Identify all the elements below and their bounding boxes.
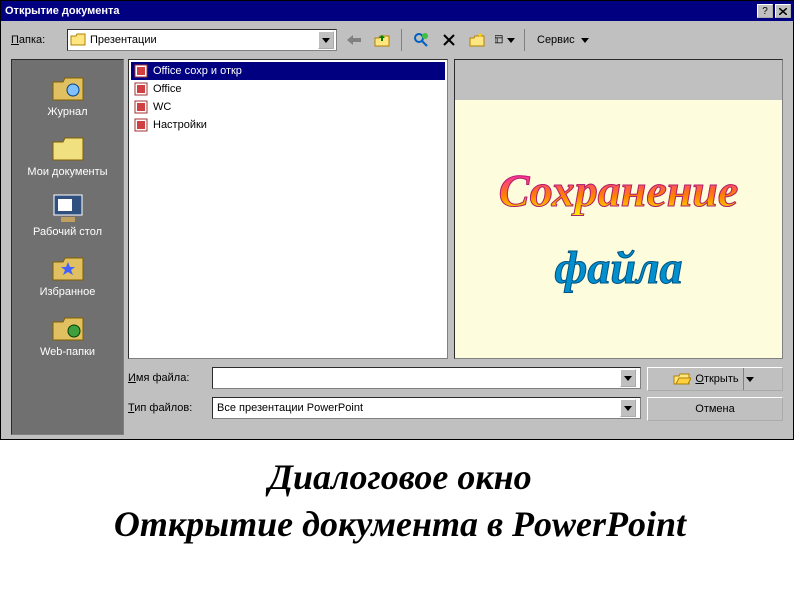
preview-text-line2: файла [554,241,682,294]
places-sidebar: Журнал Мои документы Рабочий стол Избран… [11,59,124,435]
sidebar-item-label: Web-папки [40,346,95,358]
current-folder-name: Презентации [90,34,157,46]
caption-line1: Диалоговое окно [0,454,800,501]
file-name: Настройки [153,119,207,131]
filename-row: Имя файла: [128,367,641,389]
folder-up-icon [374,33,390,47]
open-folder-icon [673,372,691,386]
sidebar-item-webfolders[interactable]: Web-папки [12,306,123,366]
open-button-label: Открыть [695,373,738,385]
filename-input[interactable] [212,367,641,389]
toolbar: Папка: Презентации Сервис [1,21,793,59]
titlebar-title: Открытие документа [5,5,755,17]
file-list[interactable]: Office сохр и откр Office WC Настройки [128,59,448,359]
slide-preview: Сохранение файла [455,100,782,358]
filename-label: Имя файла: [128,372,204,384]
search-web-button[interactable] [410,29,432,51]
mydocs-folder-icon [51,134,85,162]
file-item[interactable]: Office сохр и откр [131,62,445,80]
tools-menu[interactable]: Сервис [533,34,593,46]
toolbar-separator [401,29,402,51]
open-document-dialog: Открытие документа ? Папка: Презентации [0,0,794,440]
preview-text-line1: Сохранение [499,164,739,217]
help-button[interactable]: ? [757,4,773,18]
ppt-file-icon [134,64,148,78]
ppt-file-icon [134,100,148,114]
up-folder-button[interactable] [371,29,393,51]
back-button[interactable] [343,29,365,51]
filetype-value: Все презентации PowerPoint [217,402,363,414]
open-split-arrow[interactable] [743,368,757,390]
titlebar: Открытие документа ? [1,1,793,21]
cancel-button[interactable]: Отмена [647,397,783,421]
delete-button[interactable] [438,29,460,51]
folder-dropdown[interactable]: Презентации [67,29,337,51]
filetype-row: Тип файлов: Все презентации PowerPoint [128,397,641,419]
sidebar-item-favorites[interactable]: Избранное [12,246,123,306]
webfolders-icon [51,314,85,342]
sidebar-item-label: Журнал [47,106,87,118]
dropdown-arrow-icon[interactable] [318,31,334,49]
caption-line2: Открытие документа в PowerPoint [0,501,800,548]
views-button[interactable] [494,29,516,51]
fields-column: Имя файла: Тип файлов: Все презентации P… [128,367,641,421]
figure-caption: Диалоговое окно Открытие документа в Pow… [0,440,800,548]
buttons-column: Открыть Отмена [647,367,783,421]
ppt-file-icon [134,82,148,96]
file-name: Office сохр и откр [153,65,242,77]
sidebar-item-history[interactable]: Журнал [12,66,123,126]
new-folder-icon [469,33,485,47]
open-button[interactable]: Открыть [647,367,783,391]
upper-area: Office сохр и откр Office WC Настройки [128,59,783,359]
file-item[interactable]: Office [131,80,445,98]
favorites-folder-icon [51,254,85,282]
folder-label: Папка: [11,34,61,46]
file-name: Office [153,83,182,95]
arrow-left-icon [347,35,361,45]
dropdown-arrow-icon[interactable] [620,369,636,387]
filetype-label: Тип файлов: [128,402,204,414]
sidebar-item-mydocs[interactable]: Мои документы [12,126,123,186]
file-item[interactable]: WC [131,98,445,116]
toolbar-separator [524,29,525,51]
new-folder-button[interactable] [466,29,488,51]
sidebar-item-label: Избранное [40,286,96,298]
cancel-button-label: Отмена [695,403,734,415]
delete-x-icon [443,34,455,46]
history-folder-icon [51,74,85,102]
lower-area: Имя файла: Тип файлов: Все презентации P… [128,367,783,421]
desktop-icon [51,193,85,223]
file-name: WC [153,101,171,113]
close-icon [779,8,787,15]
content-column: Office сохр и откр Office WC Настройки [128,59,793,439]
folder-icon [70,33,86,47]
ppt-file-icon [134,118,148,132]
magnifier-globe-icon [413,32,429,48]
preview-panel: Сохранение файла [454,59,783,359]
file-item[interactable]: Настройки [131,116,445,134]
views-icon [495,34,505,46]
main-area: Журнал Мои документы Рабочий стол Избран… [1,59,793,439]
sidebar-item-desktop[interactable]: Рабочий стол [12,186,123,246]
sidebar-item-label: Рабочий стол [33,226,102,238]
sidebar-item-label: Мои документы [27,166,107,178]
filetype-input[interactable]: Все презентации PowerPoint [212,397,641,419]
close-button[interactable] [775,4,791,18]
dropdown-arrow-icon[interactable] [620,399,636,417]
